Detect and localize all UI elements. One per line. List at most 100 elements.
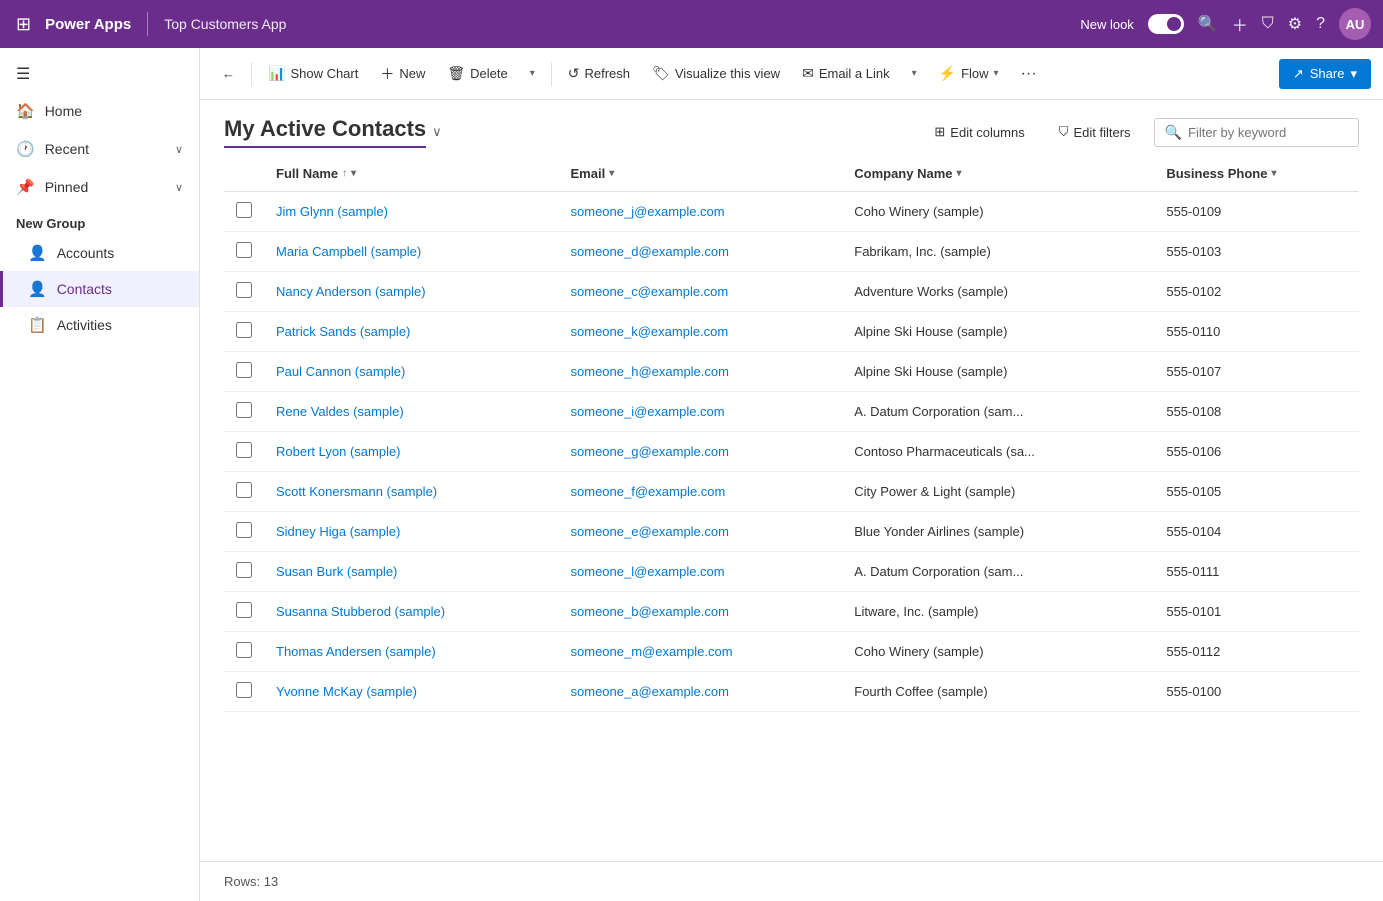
contact-name[interactable]: Robert Lyon (sample)	[264, 432, 559, 472]
view-title-chevron-icon[interactable]: ∨	[432, 124, 442, 140]
contact-email[interactable]: someone_i@example.com	[559, 392, 843, 432]
contact-email[interactable]: someone_h@example.com	[559, 352, 843, 392]
row-checkbox-cell[interactable]	[224, 192, 264, 232]
row-checkbox-cell[interactable]	[224, 672, 264, 712]
contact-email[interactable]: someone_j@example.com	[559, 192, 843, 232]
contact-name[interactable]: Sidney Higa (sample)	[264, 512, 559, 552]
help-icon[interactable]: ?	[1316, 15, 1325, 33]
name-sort-asc-icon: ↑	[342, 168, 347, 179]
contact-company: Coho Winery (sample)	[842, 192, 1154, 232]
row-checkbox-cell[interactable]	[224, 632, 264, 672]
share-button[interactable]: ↗ Share ▾	[1279, 59, 1371, 89]
contact-name[interactable]: Susanna Stubberod (sample)	[264, 592, 559, 632]
table-row: Robert Lyon (sample) someone_g@example.c…	[224, 432, 1359, 472]
col-header-company[interactable]: Company Name ▾	[842, 156, 1154, 192]
row-checkbox[interactable]	[236, 322, 252, 338]
search-icon[interactable]: 🔍	[1198, 14, 1218, 34]
table-row: Scott Konersmann (sample) someone_f@exam…	[224, 472, 1359, 512]
row-checkbox[interactable]	[236, 482, 252, 498]
row-checkbox-cell[interactable]	[224, 472, 264, 512]
row-checkbox[interactable]	[236, 402, 252, 418]
avatar[interactable]: AU	[1339, 8, 1371, 40]
edit-filters-button[interactable]: ⛉ Edit filters	[1048, 117, 1142, 147]
visualize-button[interactable]: 🏷 Visualize this view	[642, 59, 790, 88]
table-container: Full Name ↑ ▾ Email ▾	[200, 156, 1383, 861]
sidebar-item-recent[interactable]: 🕐 Recent ∨	[0, 130, 199, 168]
more-options-button[interactable]: ···	[1011, 59, 1047, 89]
contact-email[interactable]: someone_e@example.com	[559, 512, 843, 552]
sidebar-item-home[interactable]: 🏠 Home	[0, 92, 199, 130]
contact-name[interactable]: Patrick Sands (sample)	[264, 312, 559, 352]
sidebar-item-activities[interactable]: 📋 Activities	[0, 307, 199, 343]
col-header-email[interactable]: Email ▾	[559, 156, 843, 192]
email-link-button[interactable]: ✉ Email a Link	[792, 59, 900, 88]
row-checkbox-cell[interactable]	[224, 432, 264, 472]
contact-email[interactable]: someone_a@example.com	[559, 672, 843, 712]
flow-button[interactable]: ⚡ Flow ▾	[929, 59, 1009, 88]
sidebar-item-contacts[interactable]: 👤 Contacts	[0, 271, 199, 307]
row-checkbox-cell[interactable]	[224, 592, 264, 632]
email-dropdown-button[interactable]: ▾	[902, 62, 927, 85]
contact-name[interactable]: Maria Campbell (sample)	[264, 232, 559, 272]
sidebar-item-pinned[interactable]: 📌 Pinned ∨	[0, 168, 199, 206]
row-checkbox[interactable]	[236, 602, 252, 618]
contact-name[interactable]: Thomas Andersen (sample)	[264, 632, 559, 672]
contact-email[interactable]: someone_d@example.com	[559, 232, 843, 272]
contact-name[interactable]: Susan Burk (sample)	[264, 552, 559, 592]
edit-columns-button[interactable]: ⊞ Edit columns	[923, 117, 1035, 147]
row-checkbox-cell[interactable]	[224, 552, 264, 592]
contact-email[interactable]: someone_b@example.com	[559, 592, 843, 632]
row-checkbox[interactable]	[236, 202, 252, 218]
contact-company: Litware, Inc. (sample)	[842, 592, 1154, 632]
contact-name[interactable]: Jim Glynn (sample)	[264, 192, 559, 232]
contact-email[interactable]: someone_l@example.com	[559, 552, 843, 592]
row-checkbox[interactable]	[236, 282, 252, 298]
table-row: Nancy Anderson (sample) someone_c@exampl…	[224, 272, 1359, 312]
filter-input[interactable]	[1188, 125, 1348, 140]
contact-phone: 555-0101	[1154, 592, 1359, 632]
col-header-phone[interactable]: Business Phone ▾	[1154, 156, 1359, 192]
email-sort-chevron-icon: ▾	[609, 168, 614, 179]
plus-icon[interactable]: ＋	[1232, 12, 1248, 36]
filter-icon[interactable]: ⛉	[1262, 15, 1274, 33]
back-button[interactable]: ←	[212, 60, 245, 87]
row-checkbox[interactable]	[236, 242, 252, 258]
row-checkbox[interactable]	[236, 442, 252, 458]
new-button[interactable]: ＋ New	[370, 58, 435, 90]
contact-phone: 555-0108	[1154, 392, 1359, 432]
contact-email[interactable]: someone_m@example.com	[559, 632, 843, 672]
row-checkbox-cell[interactable]	[224, 352, 264, 392]
row-checkbox[interactable]	[236, 642, 252, 658]
row-checkbox-cell[interactable]	[224, 232, 264, 272]
contact-email[interactable]: someone_c@example.com	[559, 272, 843, 312]
contact-name[interactable]: Scott Konersmann (sample)	[264, 472, 559, 512]
row-checkbox-cell[interactable]	[224, 312, 264, 352]
contact-email[interactable]: someone_k@example.com	[559, 312, 843, 352]
contact-name[interactable]: Nancy Anderson (sample)	[264, 272, 559, 312]
row-checkbox-cell[interactable]	[224, 272, 264, 312]
contact-name[interactable]: Rene Valdes (sample)	[264, 392, 559, 432]
settings-icon[interactable]: ⚙	[1288, 14, 1302, 34]
contact-email[interactable]: someone_g@example.com	[559, 432, 843, 472]
hamburger-icon[interactable]: ☰	[0, 56, 199, 92]
show-chart-button[interactable]: 📊 Show Chart	[258, 59, 368, 88]
row-checkbox-cell[interactable]	[224, 392, 264, 432]
contact-company: Fabrikam, Inc. (sample)	[842, 232, 1154, 272]
grid-icon[interactable]: ⊞	[12, 10, 35, 39]
col-header-name[interactable]: Full Name ↑ ▾	[264, 156, 559, 192]
contact-name[interactable]: Yvonne McKay (sample)	[264, 672, 559, 712]
refresh-button[interactable]: ↺ Refresh	[558, 59, 640, 88]
row-checkbox-cell[interactable]	[224, 512, 264, 552]
contact-name[interactable]: Paul Cannon (sample)	[264, 352, 559, 392]
delete-button[interactable]: 🗑 Delete	[437, 59, 517, 88]
sidebar-item-accounts[interactable]: 👤 Accounts	[0, 235, 199, 271]
contacts-table: Full Name ↑ ▾ Email ▾	[224, 156, 1359, 712]
new-look-toggle[interactable]	[1148, 14, 1184, 34]
row-checkbox[interactable]	[236, 362, 252, 378]
delete-dropdown-button[interactable]: ▾	[520, 62, 545, 85]
row-checkbox[interactable]	[236, 562, 252, 578]
row-checkbox[interactable]	[236, 682, 252, 698]
contact-email[interactable]: someone_f@example.com	[559, 472, 843, 512]
toolbar-divider-2	[551, 62, 552, 86]
row-checkbox[interactable]	[236, 522, 252, 538]
